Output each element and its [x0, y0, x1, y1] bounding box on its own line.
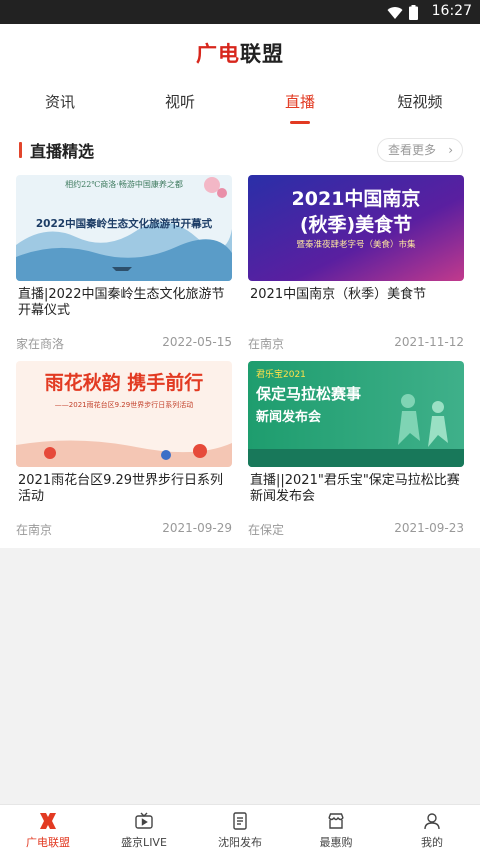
card-meta: 在南京 2021-09-29	[16, 521, 232, 538]
card-meta: 家在商洛 2022-05-15	[16, 335, 232, 352]
section-header: 直播精选 查看更多 ›	[0, 138, 480, 162]
bottom-tab-alliance[interactable]: 广电联盟	[0, 805, 96, 853]
tv-icon	[135, 812, 153, 829]
live-card-yuhuatai-walk[interactable]: 雨花秋韵 携手前行 ——2021雨花台区9.29世界步行日系列活动 2021雨花…	[16, 361, 232, 541]
live-card-baoding-marathon[interactable]: 君乐宝2021 保定马拉松赛事 新闻发布会 直播||2021"君乐宝"保定马拉松…	[248, 361, 464, 541]
thumb-sub-text: 新闻发布会	[256, 409, 322, 425]
thumb-sub-text: ——2021雨花台区9.29世界步行日系列活动	[55, 400, 193, 409]
battery-icon	[409, 5, 418, 20]
tab-video[interactable]: 视听	[120, 80, 240, 128]
bottom-tab-label: 广电联盟	[26, 836, 70, 849]
card-meta: 在南京 2021-11-12	[248, 335, 464, 352]
status-time: 16:27	[431, 3, 472, 19]
document-icon	[233, 812, 247, 830]
thumbnail-yuhuatai-walk: 雨花秋韵 携手前行 ——2021雨花台区9.29世界步行日系列活动	[16, 361, 232, 467]
thumb-main-text: 保定马拉松赛事	[255, 385, 361, 403]
bottom-tab-mine[interactable]: 我的	[384, 805, 480, 853]
tab-short-video[interactable]: 短视频	[360, 80, 480, 128]
thumbnail-baoding-marathon: 君乐宝2021 保定马拉松赛事 新闻发布会	[248, 361, 464, 467]
card-location: 在南京	[16, 523, 53, 537]
thumbnail-nanjing-food: 2021中国南京 (秋季)美食节 暨秦淮夜肆老字号（美食）市集	[248, 175, 464, 281]
live-card-qinling[interactable]: 相约22℃商洛·畅游中国康养之都 2022中国秦岭生态文化旅游节开幕式 直播|2…	[16, 175, 232, 355]
chevron-right-icon: ›	[448, 143, 453, 157]
status-icons	[387, 5, 418, 20]
card-location: 家在商洛	[16, 337, 65, 351]
card-title: 2021中国南京（秋季）美食节	[250, 287, 427, 302]
card-date: 2021-11-12	[394, 335, 464, 349]
live-card-nanjing-food[interactable]: 2021中国南京 (秋季)美食节 暨秦淮夜肆老字号（美食）市集 2021中国南京…	[248, 175, 464, 355]
bottom-tab-label: 最惠购	[319, 836, 353, 849]
tab-live[interactable]: 直播	[240, 80, 360, 128]
tab-news[interactable]: 资讯	[0, 80, 120, 128]
shop-icon	[328, 813, 344, 829]
section-title: 直播精选	[30, 142, 95, 161]
thumbnail-qinling: 相约22℃商洛·畅游中国康养之都 2022中国秦岭生态文化旅游节开幕式	[16, 175, 232, 281]
card-date: 2021-09-23	[394, 521, 464, 535]
thumb-sub-text: 暨秦淮夜肆老字号（美食）市集	[296, 239, 416, 250]
thumb-top-text: 雨花秋韵 携手前行	[45, 371, 204, 394]
card-location: 在南京	[248, 337, 285, 351]
card-title: 2021雨花台区9.29世界步行日系列活动	[18, 473, 224, 504]
user-icon	[424, 813, 440, 830]
card-title: 直播||2021"君乐宝"保定马拉松比赛新闻发布会	[250, 473, 460, 504]
section-accent-bar	[19, 142, 22, 158]
thumb-main-text: (秋季)美食节	[300, 213, 412, 236]
bottom-tab-label: 盛京LIVE	[121, 836, 167, 849]
bottom-tab-label: 沈阳发布	[218, 836, 262, 849]
thumb-top-text: 2021中国南京	[292, 187, 421, 210]
card-date: 2022-05-15	[162, 335, 232, 349]
card-meta: 在保定 2021-09-23	[248, 521, 464, 538]
card-title: 直播|2022中国秦岭生态文化旅游节开幕仪式	[18, 287, 225, 318]
logo-red-text: 广电	[196, 41, 240, 66]
top-tabs: 资讯 视听 直播 短视频	[0, 80, 480, 128]
thumb-top-text: 相约22℃商洛·畅游中国康养之都	[65, 179, 183, 189]
card-date: 2021-09-29	[162, 521, 232, 535]
logo-dark-text: 联盟	[240, 41, 284, 66]
app-logo: 广电联盟	[196, 38, 284, 68]
alliance-logo-icon	[40, 813, 56, 829]
view-more-button[interactable]: 查看更多 ›	[376, 138, 463, 162]
app-header: 广电联盟	[0, 24, 480, 80]
thumb-top-text: 君乐宝2021	[256, 368, 306, 380]
wifi-icon	[387, 6, 403, 19]
live-section: 直播精选 查看更多 › 相约22℃商洛·畅游中国康养之都 2022中国秦岭生态文…	[0, 128, 480, 548]
card-location: 在保定	[248, 523, 285, 537]
bottom-tab-live[interactable]: 盛京LIVE	[96, 805, 192, 853]
bottom-tab-shenyang[interactable]: 沈阳发布	[192, 805, 288, 853]
bottom-tab-shop[interactable]: 最惠购	[288, 805, 384, 853]
status-bar: 16:27	[0, 0, 480, 24]
view-more-label: 查看更多	[387, 143, 436, 157]
bottom-tab-bar: 广电联盟 盛京LIVE 沈阳发布 最惠购 我的	[0, 804, 480, 853]
thumb-main-text: 2022中国秦岭生态文化旅游节开幕式	[36, 217, 213, 230]
bottom-tab-label: 我的	[421, 836, 443, 849]
